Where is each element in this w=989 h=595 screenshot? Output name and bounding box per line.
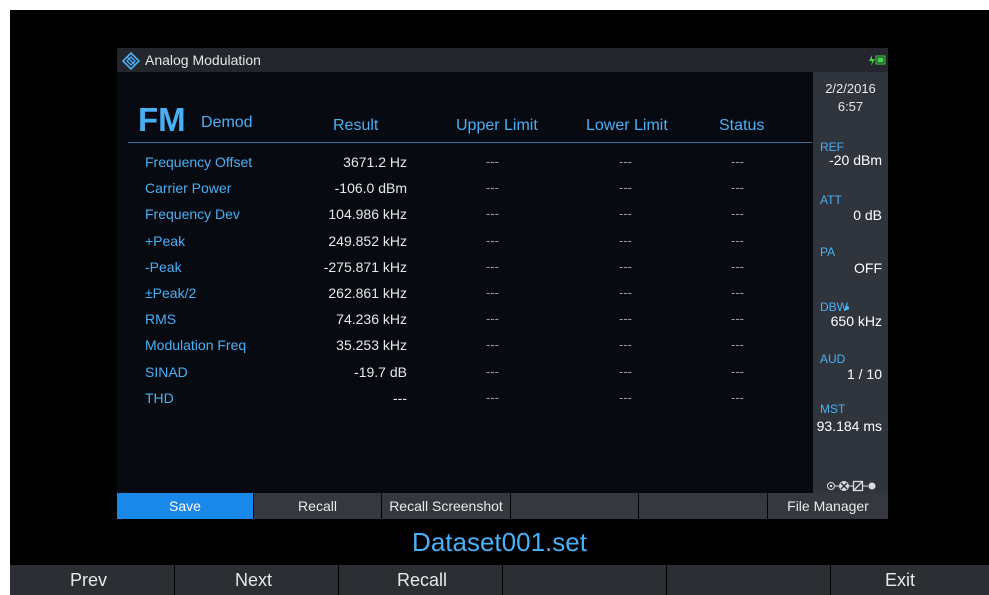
ref-value: -20 dBm (829, 152, 882, 168)
hardkey-bar: Prev Next Recall Exit (10, 565, 989, 595)
recall-button[interactable]: Recall (339, 565, 502, 595)
row-label: RMS (145, 311, 177, 327)
column-header-lower-limit: Lower Limit (586, 117, 668, 134)
header-divider (128, 142, 812, 143)
time-readout: 6:57 (837, 99, 864, 114)
softkey-file-manager[interactable]: File Manager (768, 493, 888, 519)
exit-button[interactable]: Exit (831, 565, 989, 595)
dbw-value: 650 kHz (830, 313, 882, 329)
softkey-recall[interactable]: Recall (254, 493, 381, 519)
row-lower-limit: --- (619, 259, 632, 274)
aud-value: 1 / 10 (846, 366, 882, 382)
row-lower-limit: --- (619, 233, 632, 248)
softkey-recall-screenshot[interactable]: Recall Screenshot (382, 493, 510, 519)
row-status: --- (731, 180, 744, 195)
row-result: 35.253 kHz (336, 337, 407, 353)
mst-label: MST (820, 402, 846, 416)
row-status: --- (731, 259, 744, 274)
pa-label: PA (820, 245, 836, 259)
filename-display: Dataset001.set (412, 527, 587, 557)
row-upper-limit: --- (486, 364, 499, 379)
row-lower-limit: --- (619, 154, 632, 169)
date-readout: 2/2/2016 (825, 81, 876, 96)
battery-charging-icon (869, 55, 886, 66)
column-header-status: Status (719, 117, 765, 134)
aud-label: AUD (820, 352, 846, 366)
row-result: -106.0 dBm (334, 180, 407, 196)
row-status: --- (731, 364, 744, 379)
app-title: Analog Modulation (145, 52, 261, 68)
row-result: 3671.2 Hz (343, 154, 407, 170)
side-info-panel: 2/2/2016 6:57 REF -20 dBm ATT 0 dB PA OF… (813, 72, 888, 493)
row-result: -19.7 dB (354, 364, 407, 380)
row-status: --- (731, 154, 744, 169)
instrument-display: Analog Modulation FM Demod Result Upper … (117, 48, 888, 519)
mode-label: FM (138, 101, 186, 138)
softkey-bar: Save Recall Recall Screenshot File Manag… (117, 493, 888, 519)
row-label: Frequency Dev (145, 206, 240, 222)
next-button[interactable]: Next (175, 565, 338, 595)
pa-value: OFF (854, 260, 882, 276)
row-status: --- (731, 233, 744, 248)
prev-button[interactable]: Prev (10, 565, 174, 595)
row-label: Frequency Offset (145, 154, 253, 170)
row-lower-limit: --- (619, 364, 632, 379)
dbw-label: DBW (820, 300, 848, 314)
mst-value: 93.184 ms (816, 418, 882, 434)
row-label: SINAD (145, 364, 188, 380)
row-lower-limit: --- (619, 206, 632, 221)
rohde-schwarz-logo-icon (122, 52, 140, 70)
row-status: --- (731, 285, 744, 300)
row-label: ±Peak/2 (145, 285, 197, 301)
row-upper-limit: --- (486, 285, 499, 300)
row-lower-limit: --- (619, 311, 632, 326)
row-status: --- (731, 337, 744, 352)
row-label: +Peak (145, 233, 186, 249)
row-result: 249.852 kHz (328, 233, 407, 249)
row-label: Carrier Power (145, 180, 232, 196)
row-upper-limit: --- (486, 154, 499, 169)
row-lower-limit: --- (619, 285, 632, 300)
dbw-indicator-dot (845, 306, 849, 310)
row-result: 104.986 kHz (328, 206, 407, 222)
row-upper-limit: --- (486, 233, 499, 248)
row-upper-limit: --- (486, 337, 499, 352)
device-screen: Analog Modulation FM Demod Result Upper … (10, 10, 989, 595)
row-result: 74.236 kHz (336, 311, 407, 327)
row-status: --- (731, 206, 744, 221)
row-result: 262.861 kHz (328, 285, 407, 301)
row-status: --- (731, 390, 744, 405)
title-bar: Analog Modulation (117, 48, 888, 72)
row-upper-limit: --- (486, 390, 499, 405)
hardkey-empty-4[interactable] (503, 565, 666, 595)
row-upper-limit: --- (486, 259, 499, 274)
demod-label: Demod (201, 114, 253, 131)
row-label: Modulation Freq (145, 337, 247, 353)
row-upper-limit: --- (486, 206, 499, 221)
softkey-save[interactable]: Save (117, 493, 253, 519)
column-header-upper-limit: Upper Limit (456, 117, 538, 134)
softkey-empty-4[interactable] (511, 493, 638, 519)
row-result: -275.871 kHz (323, 259, 407, 275)
row-lower-limit: --- (619, 337, 632, 352)
row-lower-limit: --- (619, 390, 632, 405)
hardkey-empty-5[interactable] (667, 565, 830, 595)
att-label: ATT (820, 193, 842, 207)
row-label: -Peak (145, 259, 182, 275)
row-lower-limit: --- (619, 180, 632, 195)
row-upper-limit: --- (486, 311, 499, 326)
row-label: THD (145, 390, 174, 406)
softkey-empty-5[interactable] (639, 493, 767, 519)
row-status: --- (731, 311, 744, 326)
row-result: --- (393, 390, 407, 406)
row-upper-limit: --- (486, 180, 499, 195)
column-header-result: Result (333, 117, 379, 134)
att-value: 0 dB (853, 207, 882, 223)
connection-status-icon (827, 480, 876, 492)
